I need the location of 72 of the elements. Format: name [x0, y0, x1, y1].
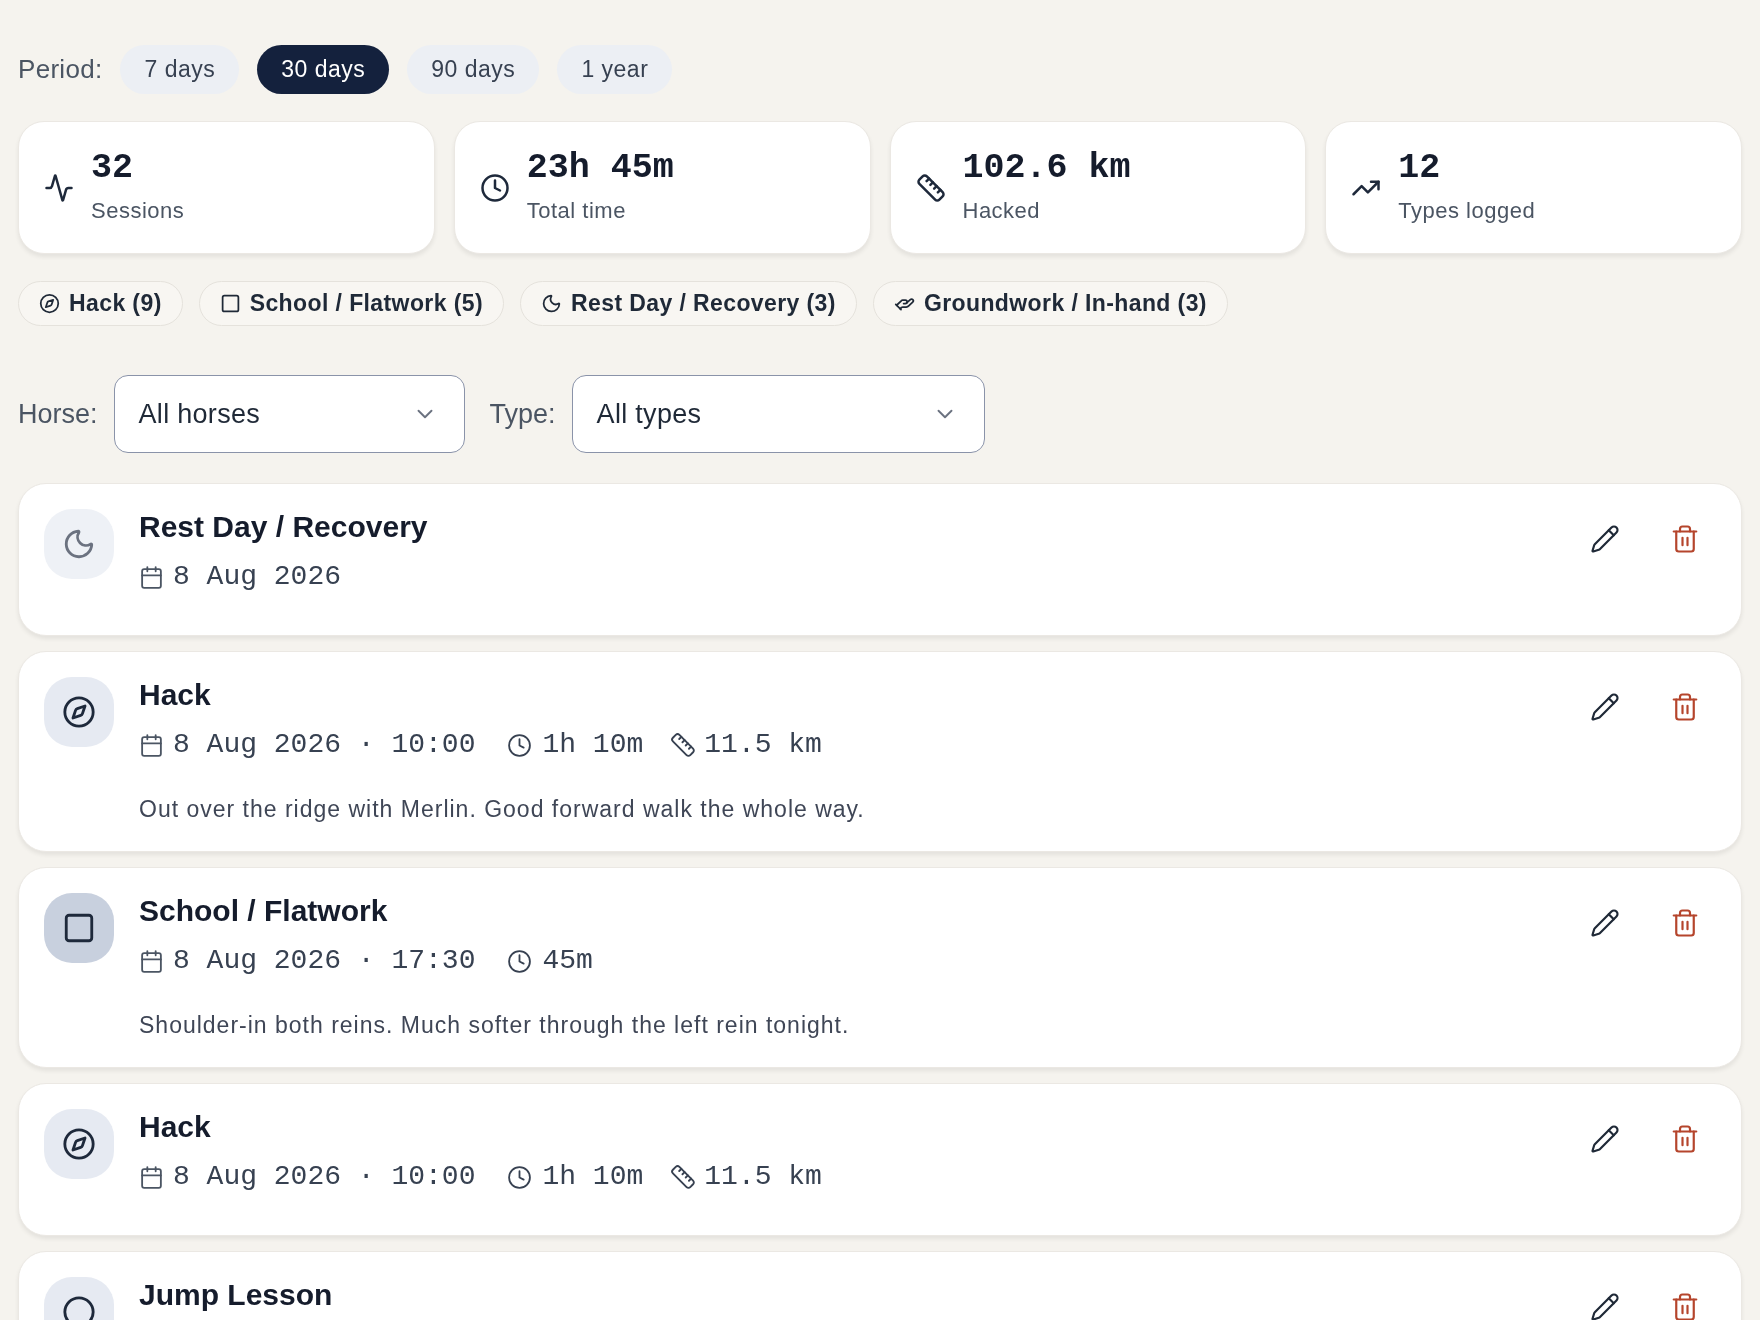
period-tab[interactable]: 30 days [257, 45, 390, 94]
session-duration: 1h 10m [542, 728, 644, 762]
period-tab[interactable]: 7 days [120, 45, 240, 94]
filter-label: Horse: [18, 397, 98, 431]
period-tab[interactable]: 1 year [557, 45, 673, 94]
session-date: 8 Aug 2026 · 10:00 [173, 1160, 476, 1194]
edit-button[interactable] [1590, 1124, 1620, 1154]
session-distance: 11.5 km [704, 728, 822, 762]
pencil-icon [1590, 524, 1620, 554]
stat-value: 102.6 km [962, 150, 1131, 186]
session-title: School / Flatwork [139, 893, 388, 929]
delete-button[interactable] [1670, 692, 1700, 722]
calendar-icon [139, 948, 164, 974]
delete-button[interactable] [1670, 524, 1700, 554]
stat-value: 23h 45m [526, 150, 674, 186]
pencil-icon [1590, 908, 1620, 938]
ruler-icon [670, 1164, 697, 1190]
ruler-icon [670, 732, 697, 758]
clock-icon [507, 1164, 533, 1190]
moon-icon [541, 293, 562, 314]
trash-icon [1670, 1292, 1700, 1320]
trash-icon [1670, 524, 1700, 554]
clock-icon [507, 732, 533, 758]
delete-button[interactable] [1670, 1124, 1700, 1154]
stat-label: Sessions [91, 197, 185, 225]
stat-label: Total time [526, 197, 626, 225]
session-title: Rest Day / Recovery [139, 509, 428, 545]
edit-button[interactable] [1590, 908, 1620, 938]
session-date: 8 Aug 2026 [173, 560, 342, 594]
stat-value: 32 [91, 150, 133, 186]
session-note: Shoulder-in both reins. Much softer through the left rein tonight. [139, 1011, 850, 1040]
session-title: Hack [139, 1109, 211, 1145]
trash-icon [1670, 1124, 1700, 1154]
period-tab[interactable]: 90 days [407, 45, 540, 94]
pencil-icon [1590, 1292, 1620, 1320]
type-chip[interactable]: School / Flatwork (5) [198, 281, 504, 326]
session-note: Out over the ridge with Merlin. Good forward walk the whole way. [139, 795, 865, 824]
type-chip[interactable]: Hack (9) [18, 281, 183, 326]
ruler-icon [915, 172, 946, 203]
edit-button[interactable] [1590, 1292, 1620, 1320]
calendar-icon [139, 564, 164, 590]
session-duration: 45m [542, 944, 593, 978]
delete-button[interactable] [1670, 1292, 1700, 1320]
pulse-icon [44, 172, 74, 203]
session-title: Hack [139, 677, 211, 713]
session-title: Jump Lesson [139, 1277, 333, 1313]
filter-select[interactable]: All types [571, 375, 985, 453]
compass-icon [39, 293, 60, 314]
filter-select[interactable]: All horses [113, 375, 465, 453]
calendar-icon [139, 732, 164, 758]
type-chip[interactable]: Rest Day / Recovery (3) [520, 281, 857, 326]
stat-label: Types logged [1398, 197, 1536, 225]
type-chip[interactable]: Groundwork / In-hand (3) [872, 281, 1228, 326]
filter-label: Type: [489, 397, 556, 431]
edit-button[interactable] [1590, 524, 1620, 554]
clock-icon [479, 172, 510, 203]
pencil-icon [1590, 1124, 1620, 1154]
session-date: 8 Aug 2026 · 17:30 [173, 944, 476, 978]
edit-button[interactable] [1590, 692, 1620, 722]
delete-button[interactable] [1670, 908, 1700, 938]
trash-icon [1670, 908, 1700, 938]
trash-icon [1670, 692, 1700, 722]
clock-icon [507, 948, 533, 974]
stat-label: Hacked [962, 197, 1041, 225]
session-duration: 1h 10m [542, 1160, 644, 1194]
session-distance: 11.5 km [704, 1160, 822, 1194]
square-icon [219, 293, 241, 314]
period-label: Period: [18, 53, 103, 86]
pencil-icon [1590, 692, 1620, 722]
stat-value: 12 [1398, 150, 1441, 186]
session-date: 8 Aug 2026 · 10:00 [173, 728, 476, 762]
calendar-icon [139, 1164, 164, 1190]
